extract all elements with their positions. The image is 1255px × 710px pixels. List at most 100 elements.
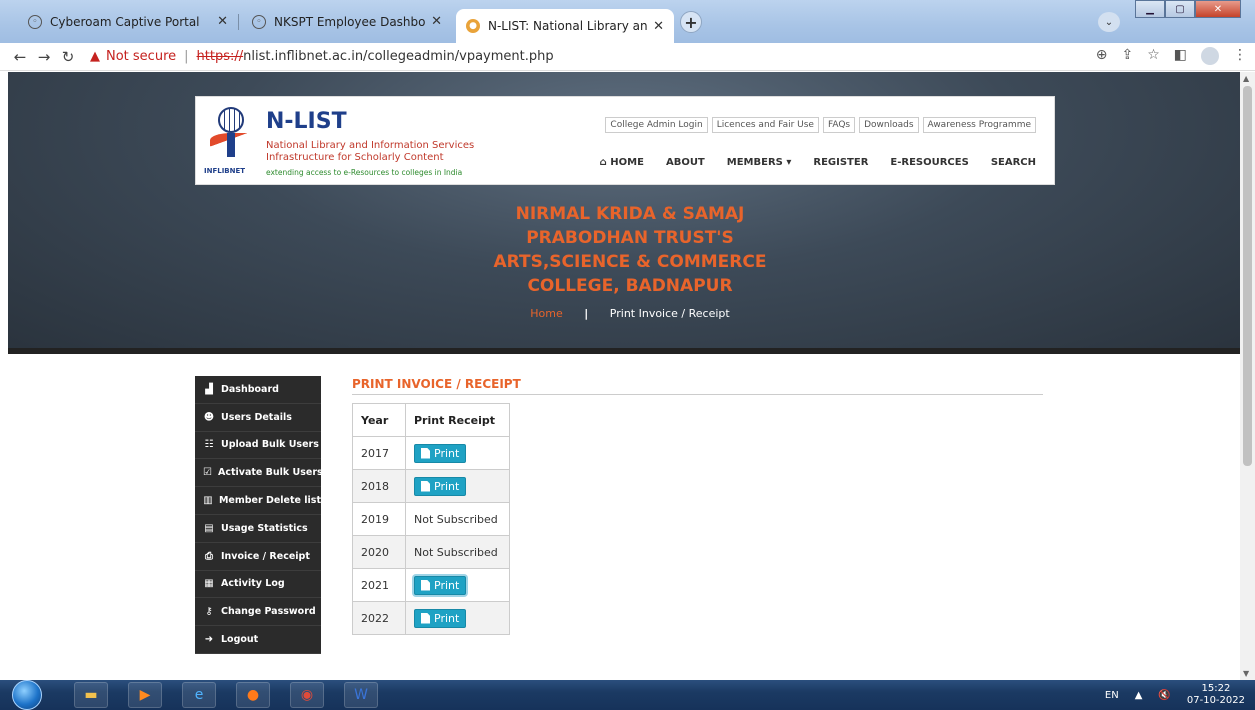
bar-chart-icon: ▤ [204, 522, 214, 534]
tab-search-chevron-icon[interactable]: ⌄ [1098, 12, 1120, 32]
sidebar-item-upload-bulk-users[interactable]: ☷ Upload Bulk Users [195, 432, 321, 460]
sidebar-item-logout[interactable]: ➜ Logout [195, 626, 321, 654]
firefox-icon[interactable]: ● [236, 682, 270, 708]
tab-title: Cyberoam Captive Portal [50, 14, 200, 29]
year-cell: 2020 [352, 535, 406, 569]
browser-tab[interactable]: ◦ Cyberoam Captive Portal ✕ [18, 8, 238, 35]
nav-register[interactable]: REGISTER [813, 157, 868, 168]
start-button[interactable] [12, 680, 42, 710]
key-icon: ⚷ [205, 606, 213, 618]
sidebar-item-invoice-receipt[interactable]: ⎙ Invoice / Receipt [195, 543, 321, 571]
tray-expand-icon[interactable]: ▲ [1135, 690, 1143, 701]
printer-icon: ⎙ [205, 550, 213, 562]
sidebar-item-member-delete-list[interactable]: ▥ Member Delete list [195, 487, 321, 515]
print-button[interactable]: Print [414, 608, 467, 628]
nav-members[interactable]: MEMBERS ▾ [727, 157, 792, 168]
sidebar-item-activity-log[interactable]: ▦ Activity Log [195, 571, 321, 599]
internet-explorer-icon[interactable]: e [182, 682, 216, 708]
dashboard-icon: ▟ [205, 383, 213, 395]
not-subscribed-text: Not Subscribed [405, 502, 510, 536]
globe-icon: ◦ [252, 14, 266, 29]
print-button[interactable]: Print [414, 575, 467, 595]
link-faqs[interactable]: FAQs [822, 117, 856, 133]
breadcrumb-home[interactable]: Home [530, 307, 562, 320]
link-licences[interactable]: Licences and Fair Use [711, 117, 819, 133]
receipt-cell: Print [405, 469, 510, 503]
brand-title[interactable]: N-LIST [266, 109, 347, 134]
year-cell: 2019 [352, 502, 406, 536]
maximize-icon[interactable]: ▢ [1165, 0, 1195, 18]
back-arrow-icon[interactable]: ← [8, 48, 32, 66]
brand-tagline: extending access to e-Resources to colle… [266, 168, 463, 177]
chrome-icon[interactable]: ◉ [290, 682, 324, 708]
warning-icon[interactable]: ▲ [90, 49, 100, 64]
zoom-icon[interactable]: ⊕ [1096, 47, 1108, 65]
bookmark-star-icon[interactable]: ☆ [1147, 47, 1160, 65]
page-scrollbar[interactable]: ▲ ▼ [1240, 72, 1255, 680]
sidebar-item-usage-statistics[interactable]: ▤ Usage Statistics [195, 515, 321, 543]
url-text[interactable]: nlist.inflibnet.ac.in/collegeadmin/vpaym… [243, 49, 553, 64]
share-icon[interactable]: ⇪ [1121, 47, 1133, 65]
window-controls: ▁ ▢ ✕ [1135, 0, 1241, 18]
language-indicator[interactable]: EN [1105, 690, 1119, 701]
media-player-icon[interactable]: ▶ [128, 682, 162, 708]
close-icon[interactable]: ✕ [431, 14, 442, 29]
group-icon: ☷ [204, 439, 214, 451]
scroll-down-arrow-icon[interactable]: ▼ [1243, 669, 1249, 678]
sidebar-item-users-details[interactable]: ☻ Users Details [195, 404, 321, 432]
close-icon[interactable]: ✕ [217, 14, 228, 29]
scroll-up-arrow-icon[interactable]: ▲ [1243, 74, 1249, 83]
address-bar-actions: ⊕ ⇪ ☆ ◧ ⋮ [1096, 47, 1247, 65]
new-tab-button[interactable]: + [680, 11, 702, 33]
tab-title: NKSPT Employee Dashboard [274, 14, 426, 29]
minimize-icon[interactable]: ▁ [1135, 0, 1165, 18]
page-viewport: INFLIBNET N-LIST National Library and In… [0, 72, 1240, 680]
scroll-thumb[interactable] [1243, 86, 1252, 466]
inflibnet-logo-bar-icon [227, 133, 235, 157]
close-icon[interactable]: ✕ [653, 19, 664, 34]
tab-title: N-LIST: National Library and Info [488, 19, 648, 33]
print-button[interactable]: Print [414, 476, 467, 496]
clock-time: 15:22 [1201, 683, 1231, 694]
browser-tab[interactable]: ◦ NKSPT Employee Dashboard ✕ [242, 8, 452, 35]
document-icon [421, 447, 430, 459]
forward-arrow-icon[interactable]: → [32, 48, 56, 66]
profile-avatar-icon[interactable] [1201, 47, 1219, 65]
print-button[interactable]: Print [414, 443, 467, 463]
browser-tab-active[interactable]: ● N-LIST: National Library and Info ✕ [456, 9, 674, 43]
receipt-cell: Print [405, 568, 510, 602]
table-header-row: Year Print Receipt [352, 403, 510, 437]
college-name: NIRMAL KRIDA & SAMAJ PRABODHAN TRUST'S A… [493, 204, 767, 296]
table-row: 2021 Print [352, 568, 510, 602]
sidebar-item-change-password[interactable]: ⚷ Change Password [195, 598, 321, 627]
receipt-cell: Print [405, 601, 510, 635]
reload-icon[interactable]: ↻ [56, 48, 80, 66]
nav-e-resources[interactable]: E-RESOURCES [890, 157, 968, 168]
link-awareness[interactable]: Awareness Programme [922, 117, 1036, 133]
sidebar-item-activate-bulk-users[interactable]: ☑ Activate Bulk Users [195, 459, 323, 488]
nav-about[interactable]: ABOUT [666, 157, 705, 168]
link-college-admin-login[interactable]: College Admin Login [605, 117, 708, 133]
year-cell: 2021 [352, 568, 406, 602]
word-icon[interactable]: W [344, 682, 378, 708]
close-window-icon[interactable]: ✕ [1195, 0, 1241, 18]
link-downloads[interactable]: Downloads [859, 117, 919, 133]
admin-sidebar: ▟ Dashboard ☻ Users Details ☷ Upload Bulk U… [195, 376, 323, 654]
breadcrumb-current: Print Invoice / Receipt [609, 307, 730, 320]
logo-text: INFLIBNET [204, 167, 246, 175]
url-scheme[interactable]: https:// [197, 49, 244, 64]
security-label[interactable]: Not secure [106, 49, 176, 64]
volume-muted-icon[interactable]: 🔇 [1158, 690, 1170, 701]
inflibnet-logo-globe-icon [218, 107, 244, 133]
taskbar-pinned-apps: ▬ ▶ e ● ◉ W [74, 682, 378, 708]
address-bar: ← → ↻ ▲ Not secure | https:// nlist.infl… [0, 43, 1255, 71]
nav-search[interactable]: SEARCH [991, 157, 1036, 168]
sidebar-item-dashboard[interactable]: ▟ Dashboard [195, 376, 321, 404]
menu-kebab-icon[interactable]: ⋮ [1233, 47, 1247, 65]
file-explorer-icon[interactable]: ▬ [74, 682, 108, 708]
side-panel-icon[interactable]: ◧ [1174, 47, 1187, 65]
clock[interactable]: 15:22 07-10-2022 [1187, 683, 1245, 707]
breadcrumb-separator: | [584, 307, 589, 320]
year-cell: 2018 [352, 469, 406, 503]
nav-home[interactable]: ⌂ HOME [600, 157, 644, 168]
